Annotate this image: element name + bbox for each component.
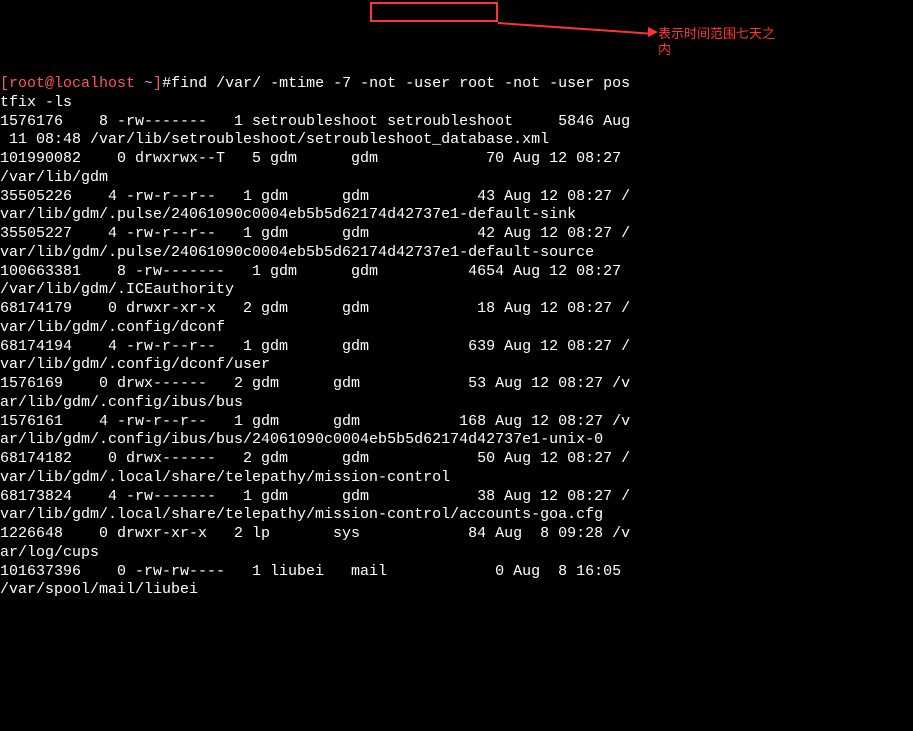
output-line: 35505226 4 -rw-r--r-- 1 gdm gdm 43 Aug 1… <box>0 188 630 205</box>
cmd-wrap: tfix -ls <box>0 94 72 111</box>
output-line: 1576169 0 drwx------ 2 gdm gdm 53 Aug 12… <box>0 375 630 392</box>
annotation-text-1: 表示时间范围七天之 <box>658 26 775 42</box>
output-line: 100663381 8 -rw------- 1 gdm gdm 4654 Au… <box>0 263 630 280</box>
prompt-tilde: ~ <box>144 75 153 92</box>
output-line: 68173824 4 -rw------- 1 gdm gdm 38 Aug 1… <box>0 488 630 505</box>
highlight-box <box>370 2 498 22</box>
output-line: var/lib/gdm/.pulse/24061090c0004eb5b5d62… <box>0 206 576 223</box>
terminal-output[interactable]: [root@localhost ~]#find /var/ -mtime -7 … <box>0 75 913 600</box>
prompt-bracket: ] <box>153 75 162 92</box>
prompt-hash: # <box>162 75 171 92</box>
output-line: var/lib/gdm/.local/share/telepathy/missi… <box>0 506 603 523</box>
output-line: ar/log/cups <box>0 544 99 561</box>
output-line: var/lib/gdm/.config/dconf <box>0 319 225 336</box>
output-line: 35505227 4 -rw-r--r-- 1 gdm gdm 42 Aug 1… <box>0 225 630 242</box>
prompt-user: [root@localhost <box>0 75 144 92</box>
output-line: 68174182 0 drwx------ 2 gdm gdm 50 Aug 1… <box>0 450 630 467</box>
annotation-text-2: 内 <box>658 42 671 58</box>
output-line: 68174179 0 drwxr-xr-x 2 gdm gdm 18 Aug 1… <box>0 300 630 317</box>
output-line: 68174194 4 -rw-r--r-- 1 gdm gdm 639 Aug … <box>0 338 630 355</box>
output-line: 1226648 0 drwxr-xr-x 2 lp sys 84 Aug 8 0… <box>0 525 630 542</box>
output-line: var/lib/gdm/.config/dconf/user <box>0 356 270 373</box>
arrow-head-icon <box>648 27 658 37</box>
output-line: var/lib/gdm/.pulse/24061090c0004eb5b5d62… <box>0 244 594 261</box>
cmd-post: -not -user root -not -user pos <box>360 75 630 92</box>
output-line: 1576161 4 -rw-r--r-- 1 gdm gdm 168 Aug 1… <box>0 413 630 430</box>
output-line: 101637396 0 -rw-rw---- 1 liubei mail 0 A… <box>0 563 630 580</box>
output-line: ar/lib/gdm/.config/ibus/bus/24061090c000… <box>0 431 603 448</box>
output-line: /var/lib/gdm <box>0 169 108 186</box>
output-line: ar/lib/gdm/.config/ibus/bus <box>0 394 243 411</box>
arrow-line <box>498 22 653 35</box>
output-line: /var/spool/mail/liubei <box>0 581 198 598</box>
cmd-box: -mtime -7 <box>270 75 360 92</box>
cmd-pre: find /var/ <box>171 75 270 92</box>
output-line: 11 08:48 /var/lib/setroubleshoot/setroub… <box>0 131 549 148</box>
output-line: 101990082 0 drwxrwx--T 5 gdm gdm 70 Aug … <box>0 150 630 167</box>
output-line: 1576176 8 -rw------- 1 setroubleshoot se… <box>0 113 630 130</box>
output-line: var/lib/gdm/.local/share/telepathy/missi… <box>0 469 450 486</box>
output-line: /var/lib/gdm/.ICEauthority <box>0 281 234 298</box>
